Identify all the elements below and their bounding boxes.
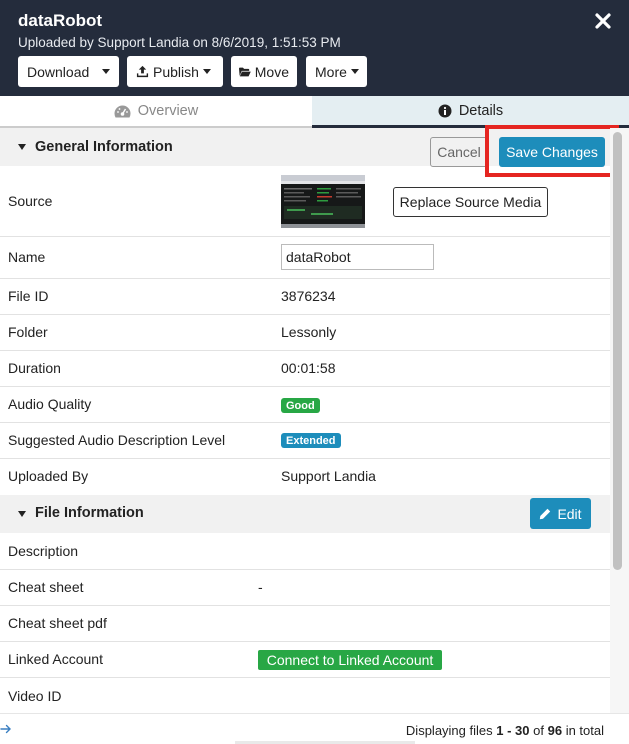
caret-down-icon	[202, 69, 211, 74]
move-label: Move	[254, 63, 289, 80]
file-id-row: File ID 3876234	[0, 279, 610, 315]
folder-label: Folder	[8, 324, 48, 340]
close-button[interactable]	[593, 11, 613, 31]
upload-icon	[136, 65, 149, 78]
replace-source-media-button[interactable]: Replace Source Media	[393, 187, 548, 217]
caret-down-icon	[18, 144, 26, 150]
caret-down-icon	[18, 511, 26, 517]
cheat-sheet-value: -	[258, 579, 263, 595]
edit-label: Edit	[557, 505, 582, 522]
pagination-prefix: Displaying files	[405, 723, 493, 738]
more-label: More	[315, 63, 347, 80]
scrollbar-thumb[interactable]	[613, 132, 622, 570]
download-button[interactable]: Download	[18, 56, 119, 87]
cheat-sheet-pdf-row: Cheat sheet pdf	[0, 606, 610, 642]
caret-down-icon	[102, 69, 110, 74]
pagination-suffix: in total	[565, 723, 604, 738]
description-row: Description	[0, 533, 610, 570]
file-id-label: File ID	[8, 288, 49, 304]
connect-linked-account-button[interactable]: Connect to Linked Account	[258, 650, 442, 670]
file-id-value: 3876234	[281, 288, 336, 304]
cheat-sheet-row: Cheat sheet -	[0, 570, 610, 606]
general-information-title: General Information	[35, 139, 173, 155]
tab-details-label: Details	[458, 102, 504, 119]
video-id-row: Video ID	[0, 678, 610, 714]
upload-info: Uploaded by Support Landia on 8/6/2019, …	[18, 35, 341, 50]
more-button[interactable]: More	[306, 56, 367, 87]
tab-overview-label: Overview	[137, 103, 199, 119]
duration-row: Duration 00:01:58	[0, 351, 610, 387]
name-label: Name	[8, 249, 46, 265]
publish-button[interactable]: Publish	[127, 56, 223, 87]
folder-row: Folder Lessonly	[0, 315, 610, 351]
uploaded-by-row: Uploaded By Support Landia	[0, 459, 610, 495]
download-label: Download	[27, 63, 90, 80]
source-thumbnail	[281, 175, 365, 228]
pagination-info: Displaying files 1 - 30 of 96 in total	[406, 723, 604, 738]
dashboard-icon	[114, 105, 131, 117]
video-id-label: Video ID	[8, 688, 62, 704]
duration-value: 00:01:58	[281, 360, 336, 376]
uploaded-by-label: Uploaded By	[8, 468, 89, 484]
caret-down-icon	[350, 69, 359, 74]
edit-button[interactable]: Edit	[530, 498, 591, 529]
pagination-range: 1 - 30	[496, 723, 530, 738]
header: dataRobot Uploaded by Support Landia on …	[0, 0, 629, 96]
uploaded-by-value: Support Landia	[281, 468, 376, 484]
publish-label: Publish	[153, 63, 199, 80]
media-title: dataRobot	[18, 11, 103, 30]
audio-quality-label: Audio Quality	[8, 396, 92, 412]
tab-details[interactable]: Details	[312, 96, 629, 128]
name-input[interactable]	[281, 244, 434, 270]
cheat-sheet-label: Cheat sheet	[8, 579, 84, 595]
audio-description-level-label: Suggested Audio Description Level	[8, 432, 226, 448]
cheat-sheet-pdf-label: Cheat sheet pdf	[8, 615, 107, 631]
save-changes-button[interactable]: Save Changes	[499, 137, 605, 167]
arrow-right-icon[interactable]	[0, 722, 12, 740]
media-details-panel: dataRobot Uploaded by Support Landia on …	[0, 0, 629, 744]
file-information-title: File Information	[35, 505, 144, 521]
move-button[interactable]: Move	[231, 56, 297, 87]
audio-description-level-badge: Extended	[281, 433, 341, 448]
file-information-section[interactable]: File Information	[0, 495, 610, 533]
tab-overview[interactable]: Overview	[0, 96, 312, 128]
linked-account-label: Linked Account	[8, 651, 103, 667]
source-label: Source	[8, 193, 53, 209]
pagination-total: 96	[547, 723, 563, 738]
pagination-of: of	[533, 723, 544, 738]
audio-quality-row: Audio Quality Good	[0, 387, 610, 423]
audio-quality-badge: Good	[281, 398, 320, 413]
cancel-button[interactable]: Cancel	[430, 137, 488, 167]
folder-value: Lessonly	[281, 324, 337, 340]
audio-description-level-row: Suggested Audio Description Level Extend…	[0, 423, 610, 459]
folder-icon	[239, 67, 251, 76]
info-icon	[438, 104, 452, 117]
close-icon	[595, 13, 611, 29]
description-label: Description	[8, 543, 79, 559]
duration-label: Duration	[8, 360, 61, 376]
pencil-icon	[540, 508, 551, 519]
